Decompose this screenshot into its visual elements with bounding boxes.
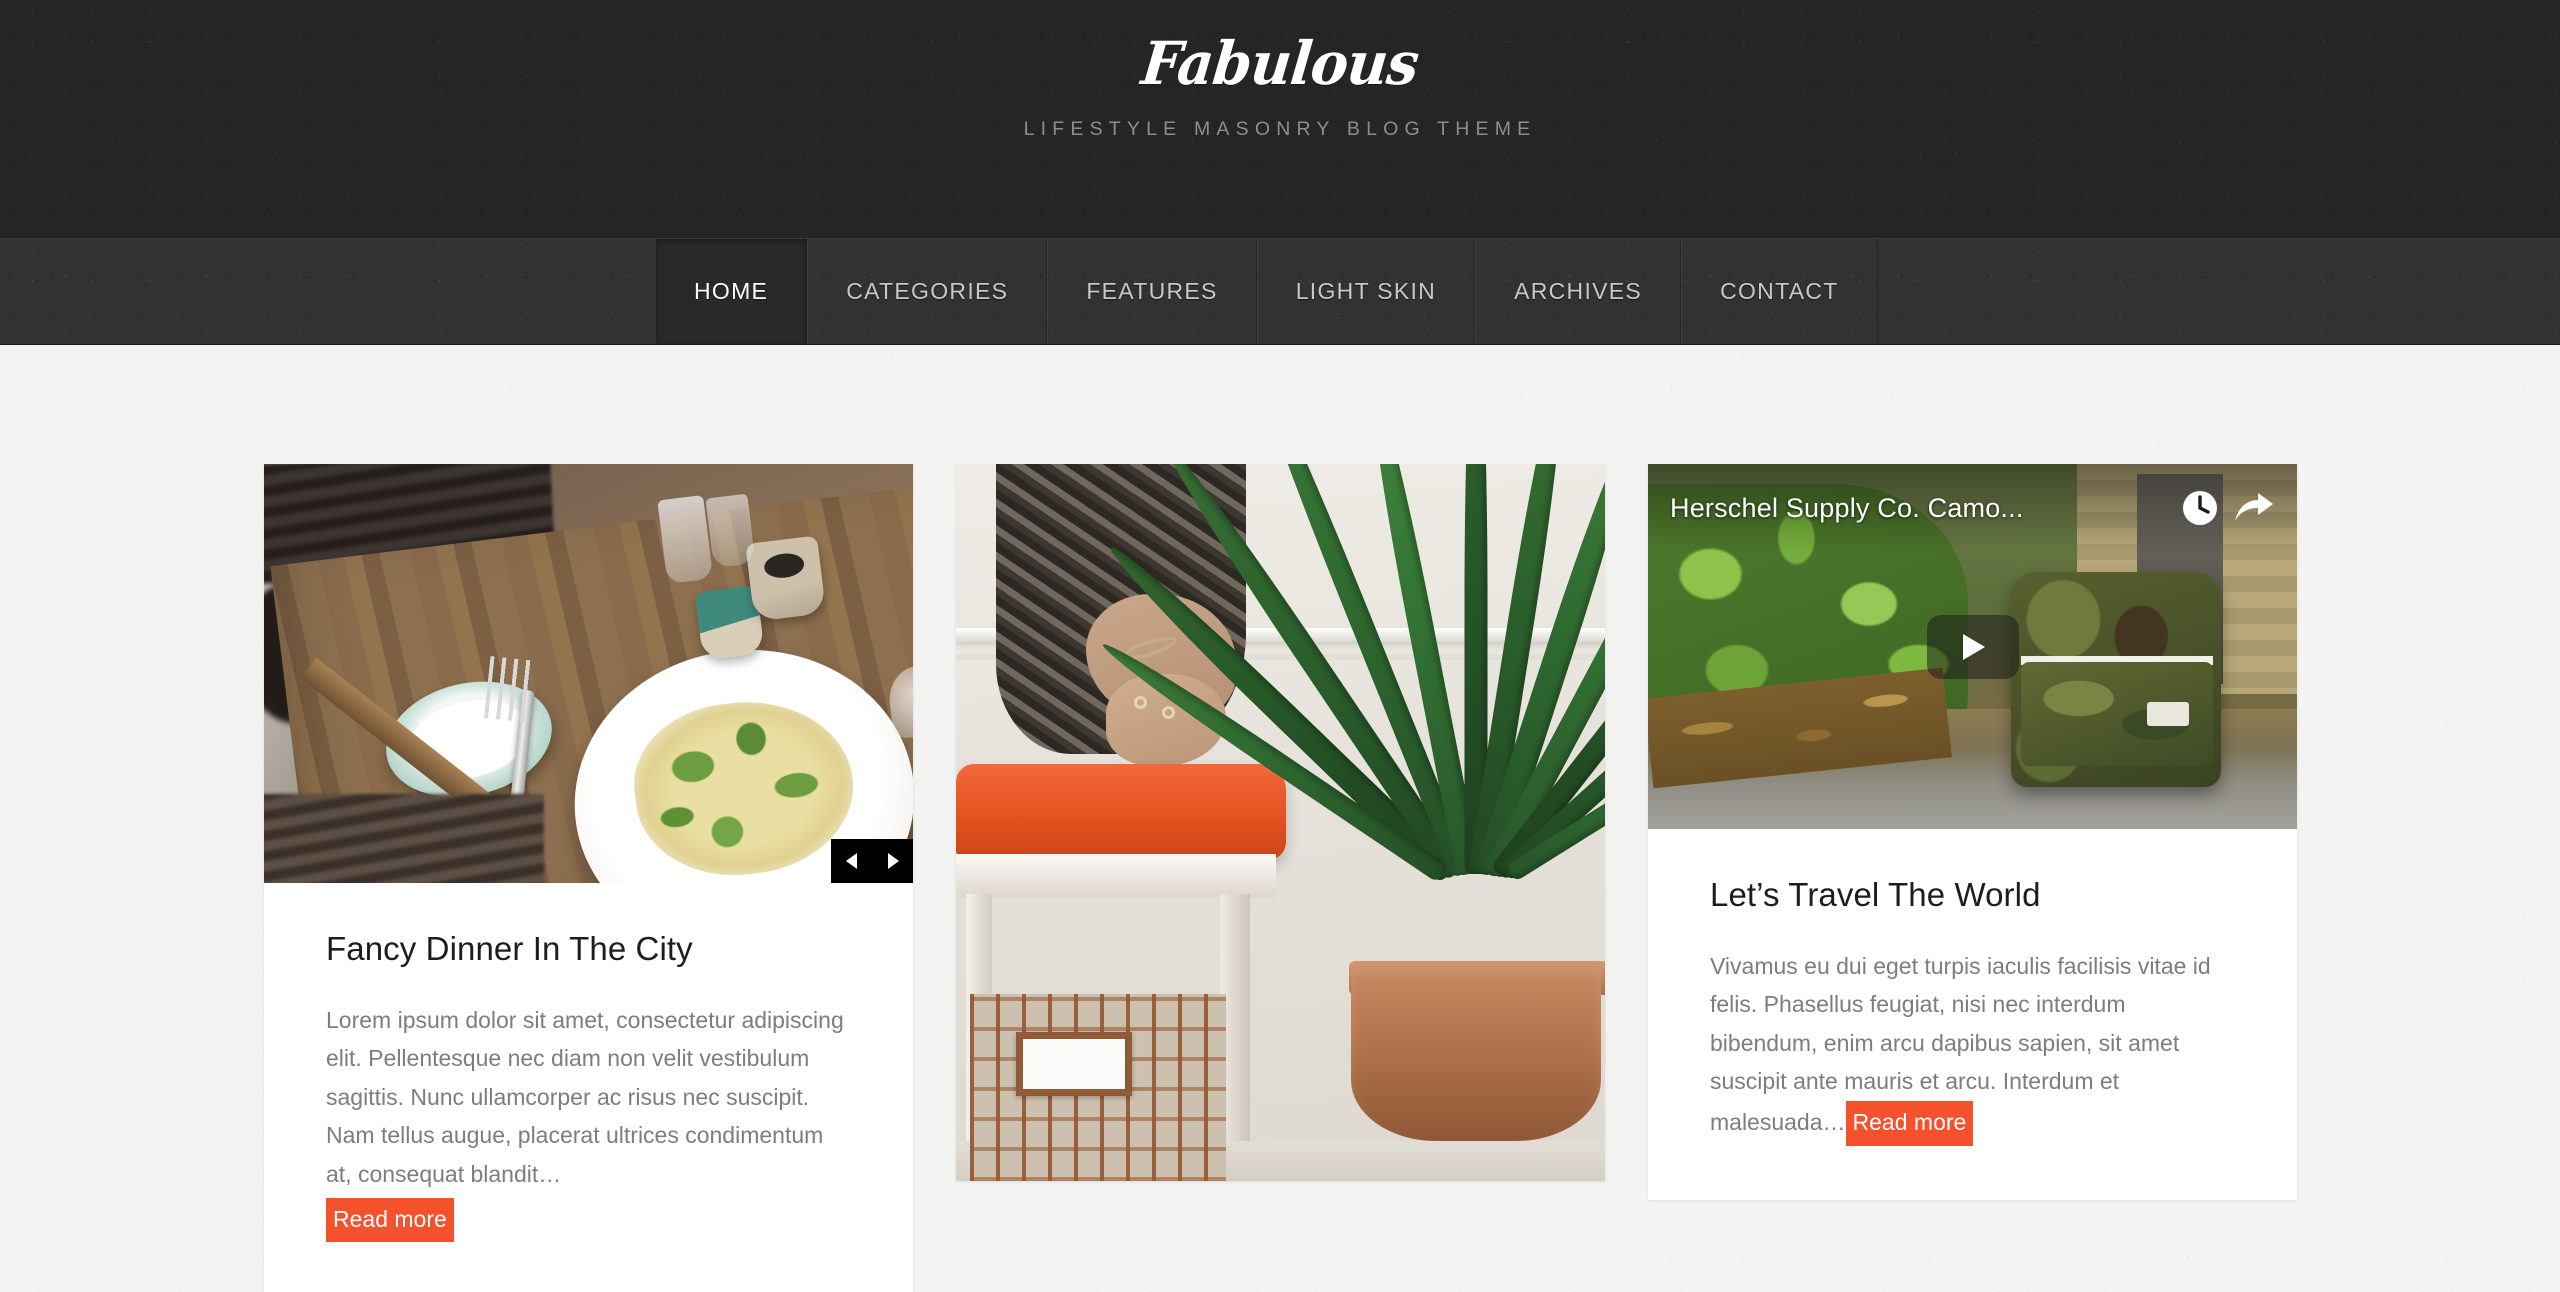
video-title-bar: Herschel Supply Co. Camo...	[1648, 464, 2297, 552]
nav-item-contact[interactable]: CONTACT	[1681, 239, 1878, 344]
post-excerpt: Lorem ipsum dolor sit amet, consectetur …	[326, 1001, 851, 1243]
site-header: Fabulous LIFESTYLE MASONRY BLOG THEME	[0, 0, 2560, 238]
watch-later-clock-icon[interactable]	[2181, 489, 2219, 527]
decor-terracotta-pot	[1351, 961, 1601, 1141]
video-title[interactable]: Herschel Supply Co. Camo...	[1670, 493, 2167, 524]
post-excerpt-text: Lorem ipsum dolor sit amet, consectetur …	[326, 1006, 844, 1188]
slider-next-icon[interactable]	[885, 852, 901, 870]
video-play-button[interactable]	[1926, 614, 2019, 679]
share-arrow-icon[interactable]	[2233, 491, 2275, 525]
nav-item-features[interactable]: FEATURES	[1047, 239, 1257, 344]
decor-orange-cushion	[956, 764, 1286, 860]
nav-list: HOME CATEGORIES FEATURES LIGHT SKIN ARCH…	[655, 239, 2560, 344]
nav-item-light-skin[interactable]: LIGHT SKIN	[1256, 239, 1476, 344]
slider-nav	[831, 839, 913, 883]
main-navigation: HOME CATEGORIES FEATURES LIGHT SKIN ARCH…	[0, 238, 2560, 345]
site-tagline: LIFESTYLE MASONRY BLOG THEME	[1023, 118, 1537, 140]
decor-basket-label	[1016, 1032, 1132, 1096]
site-logo[interactable]: Fabulous	[1138, 29, 1421, 99]
post-title[interactable]: Fancy Dinner In The City	[326, 929, 851, 969]
content-area: Fancy Dinner In The City Lorem ipsum dol…	[0, 345, 2560, 1292]
post-body-fancy-dinner: Fancy Dinner In The City Lorem ipsum dol…	[264, 883, 913, 1292]
nav-item-archives[interactable]: ARCHIVES	[1475, 239, 1682, 344]
post-card-interior[interactable]	[956, 464, 1605, 1181]
masonry-grid: Fancy Dinner In The City Lorem ipsum dol…	[0, 345, 2560, 1292]
decor-snake-plant	[1096, 464, 1605, 1024]
decor-ring-one	[1134, 696, 1147, 709]
read-more-link[interactable]: Read more	[326, 1197, 454, 1243]
decor-backpack-label	[2147, 702, 2189, 726]
read-more-link[interactable]: Read more	[1845, 1101, 1974, 1146]
decor-chair-bottom	[264, 794, 544, 883]
post-image-interior[interactable]	[956, 464, 1605, 1181]
decor-glass-one	[657, 495, 714, 584]
decor-ring-two	[1162, 706, 1175, 719]
nav-item-categories[interactable]: CATEGORIES	[807, 239, 1048, 344]
decor-stool-top	[956, 854, 1276, 898]
post-video-travel-world[interactable]: Herschel Supply Co. Camo...	[1648, 464, 2297, 829]
decor-cream-cup	[745, 535, 827, 622]
post-excerpt: Vivamus eu dui eget turpis iaculis facil…	[1710, 947, 2235, 1146]
decor-glass-two	[705, 493, 756, 569]
nav-item-home[interactable]: HOME	[655, 239, 808, 344]
play-triangle-icon	[1962, 633, 1985, 660]
post-card-fancy-dinner[interactable]: Fancy Dinner In The City Lorem ipsum dol…	[264, 464, 913, 1292]
post-body-travel-world: Let’s Travel The World Vivamus eu dui eg…	[1648, 829, 2297, 1200]
post-image-fancy-dinner[interactable]	[264, 464, 913, 883]
decor-pasta-food	[625, 689, 863, 883]
post-card-travel-world[interactable]: Herschel Supply Co. Camo... Let’s Travel…	[1648, 464, 2297, 1200]
post-title[interactable]: Let’s Travel The World	[1710, 875, 2235, 915]
decor-fork-tines	[484, 656, 533, 723]
slider-prev-icon[interactable]	[844, 852, 860, 870]
